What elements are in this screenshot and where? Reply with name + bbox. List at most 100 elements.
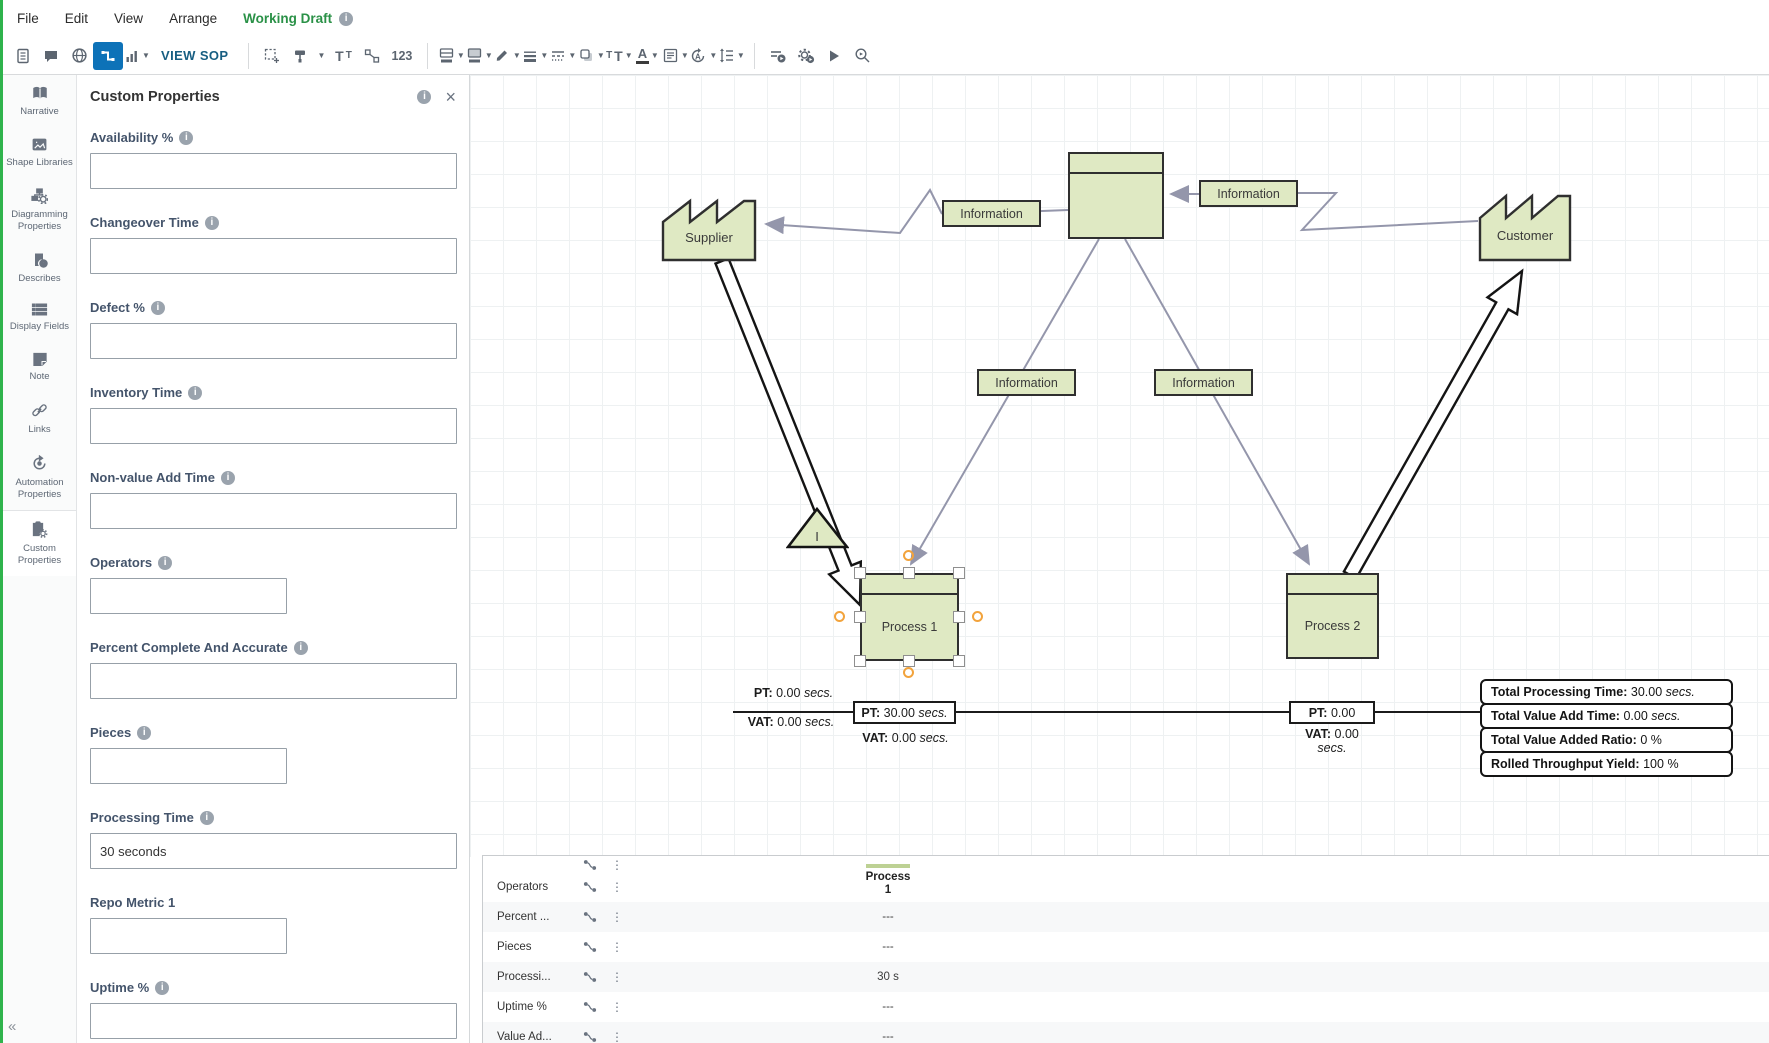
kebab-menu-icon[interactable]: ⋮ [611,1030,623,1043]
text-size-icon[interactable]: TT▼ [605,42,633,70]
relationship-icon[interactable] [583,1001,597,1013]
pieces-input[interactable] [90,748,287,784]
customer-shape[interactable]: Customer [1478,188,1573,262]
kebab-menu-icon[interactable]: ⋮ [611,910,623,924]
relationship-icon[interactable] [583,941,597,953]
selection-handle-se[interactable] [953,655,965,667]
relationship-icon[interactable] [583,859,597,871]
kebab-menu-icon[interactable]: ⋮ [611,858,623,872]
rotate-text-icon[interactable]: A ▼ [689,42,717,70]
sidebar-item-shape-libraries[interactable]: Shape Libraries [3,127,76,178]
information-box-2[interactable]: Information [1199,180,1298,207]
connector-customer-info2[interactable] [1298,193,1478,230]
selection-handle-s[interactable] [903,655,915,667]
information-box-4[interactable]: Information [1154,369,1253,396]
information-box-1[interactable]: Information [942,200,1041,227]
text-block-icon[interactable]: ▼ [661,42,689,70]
sidebar-item-display-fields[interactable]: Display Fields [3,293,76,342]
comment-icon[interactable] [37,42,65,70]
info-icon[interactable]: i [158,556,172,570]
chart-icon[interactable]: ▼ [123,42,151,70]
inventory-time-input[interactable] [90,408,457,444]
uptime-input[interactable] [90,1003,457,1039]
connector-info1-supplier[interactable] [766,190,942,233]
cell-value[interactable]: 30 s [813,971,963,983]
automation-gear-icon[interactable] [792,42,820,70]
line-spacing-icon[interactable]: ▼ [717,42,745,70]
connection-point-bottom[interactable] [903,667,914,678]
close-icon[interactable]: × [445,88,456,106]
text-style-icon[interactable]: TT [330,42,358,70]
relationship-icon[interactable] [583,971,597,983]
non-value-add-time-input[interactable] [90,493,457,529]
selection-handle-n[interactable] [903,567,915,579]
zoom-icon[interactable] [848,42,876,70]
selection-handle-ne[interactable] [953,567,965,579]
push-arrow-supplier-process1[interactable] [716,258,861,605]
cell-value[interactable]: --- [813,1031,963,1043]
line-weight-icon[interactable]: ▼ [521,42,549,70]
sidebar-item-custom-properties[interactable]: Custom Properties [3,510,76,576]
supplier-shape[interactable]: Supplier [661,194,758,262]
kebab-menu-icon[interactable]: ⋮ [611,1000,623,1014]
sidebar-item-describes[interactable]: i Describes [3,242,76,294]
sidebar-item-diagramming-properties[interactable]: Diagramming Properties [3,178,76,242]
working-draft-menu[interactable]: Working Draft i [243,11,353,26]
connector-tool-icon[interactable] [93,42,123,70]
production-control-shape[interactable] [1068,152,1164,239]
shadow-icon[interactable]: ▼ [577,42,605,70]
diagram-canvas[interactable]: Supplier Customer Information Informatio… [470,75,1769,857]
font-color-icon[interactable]: A ▼ [633,42,661,70]
info-icon[interactable]: i [417,90,431,104]
connector-control-process2[interactable] [1125,239,1309,564]
connector-control-process1[interactable] [911,239,1099,564]
inventory-triangle[interactable]: I [786,507,849,549]
cell-value[interactable]: --- [813,941,963,953]
info-icon[interactable]: i [339,12,353,26]
percent-complete-input[interactable] [90,663,457,699]
info-icon[interactable]: i [221,471,235,485]
selection-handle-e[interactable] [953,611,965,623]
pen-color-icon[interactable]: ▼ [493,42,521,70]
timeline-seg3-pt-box[interactable]: PT: 0.00 [1289,701,1375,724]
menu-file[interactable]: File [17,11,39,26]
repo-metric-1-input[interactable] [90,918,287,954]
sidebar-item-narrative[interactable]: Narrative [3,75,76,127]
sidebar-item-note[interactable]: Note [3,342,76,392]
layer-fill-icon[interactable]: ▼ [465,42,493,70]
relationship-icon[interactable] [583,881,597,893]
menu-edit[interactable]: Edit [65,11,88,26]
relationship-icon[interactable] [583,1031,597,1043]
numbers-tool[interactable]: 123 [386,42,419,70]
push-arrow-process2-customer[interactable] [1344,271,1522,579]
defect-input[interactable] [90,323,457,359]
fill-color-icon[interactable]: ▼ [437,42,465,70]
availability-input[interactable] [90,153,457,189]
info-icon[interactable]: i [205,216,219,230]
timeline-seg2-pt-box[interactable]: PT: 30.00 secs. [853,701,956,724]
data-overlay-icon[interactable] [764,42,792,70]
info-icon[interactable]: i [200,811,214,825]
cell-value[interactable]: --- [813,911,963,923]
globe-icon[interactable] [65,42,93,70]
view-sop-button[interactable]: VIEW SOP [151,42,239,70]
info-icon[interactable]: i [294,641,308,655]
menu-view[interactable]: View [114,11,143,26]
processing-time-input[interactable] [90,833,457,869]
table-column-header-process1[interactable]: Process 1 [813,864,963,897]
line-style-icon[interactable]: ▼ [549,42,577,70]
collapse-panel-chevron[interactable]: « [8,1018,16,1035]
relationship-icon[interactable] [583,911,597,923]
marquee-select-icon[interactable] [258,42,286,70]
cell-value[interactable]: --- [813,1001,963,1013]
shape-style-dropdown[interactable]: ▼ [314,42,330,70]
info-icon[interactable]: i [155,981,169,995]
format-painter-icon[interactable] [286,42,314,70]
info-icon[interactable]: i [179,131,193,145]
play-icon[interactable] [820,42,848,70]
kebab-menu-icon[interactable]: ⋮ [611,940,623,954]
process-1-shape[interactable]: Process 1 [860,573,959,661]
process-2-shape[interactable]: Process 2 [1286,573,1379,659]
info-icon[interactable]: i [137,726,151,740]
kebab-menu-icon[interactable]: ⋮ [611,880,623,894]
